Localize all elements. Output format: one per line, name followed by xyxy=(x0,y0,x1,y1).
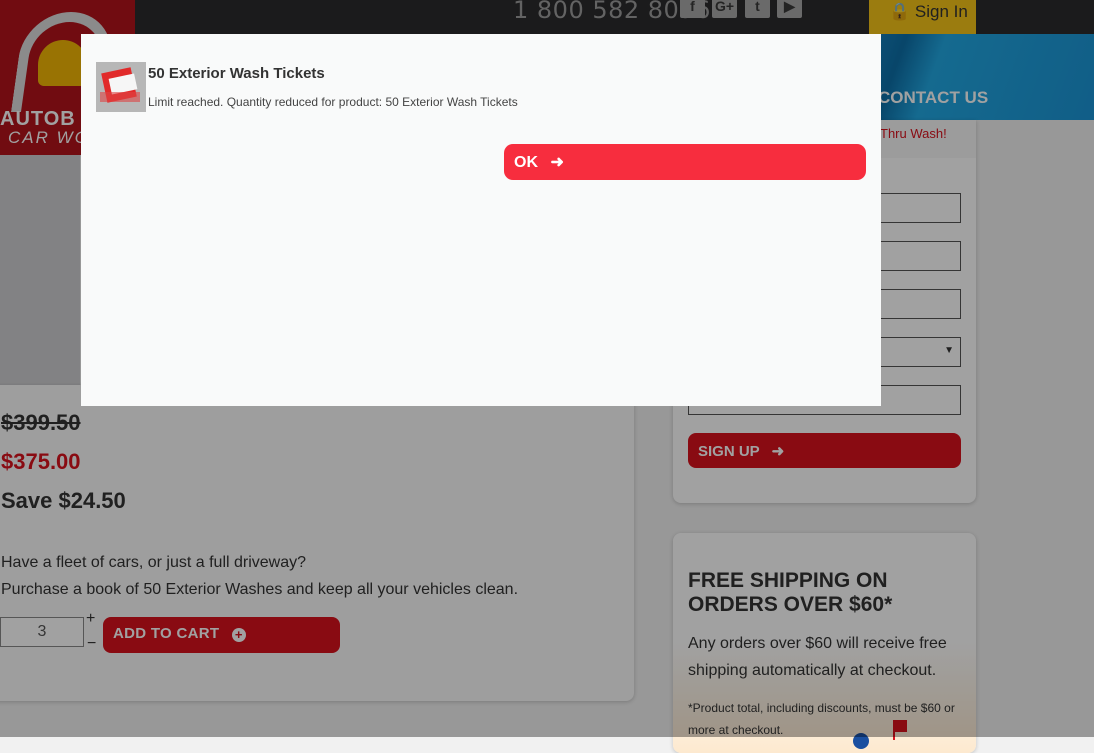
limit-reached-dialog: 50 Exterior Wash Tickets Limit reached. … xyxy=(81,34,881,406)
dialog-title: 50 Exterior Wash Tickets xyxy=(148,65,325,82)
dialog-message: Limit reached. Quantity reduced for prod… xyxy=(148,95,518,109)
arrow-right-icon: ➜ xyxy=(550,154,564,171)
ok-label: OK xyxy=(514,154,538,171)
ok-button[interactable]: OK ➜ xyxy=(504,144,866,180)
product-thumbnail xyxy=(96,62,146,112)
thumbnail-ticket-stack xyxy=(100,92,140,102)
